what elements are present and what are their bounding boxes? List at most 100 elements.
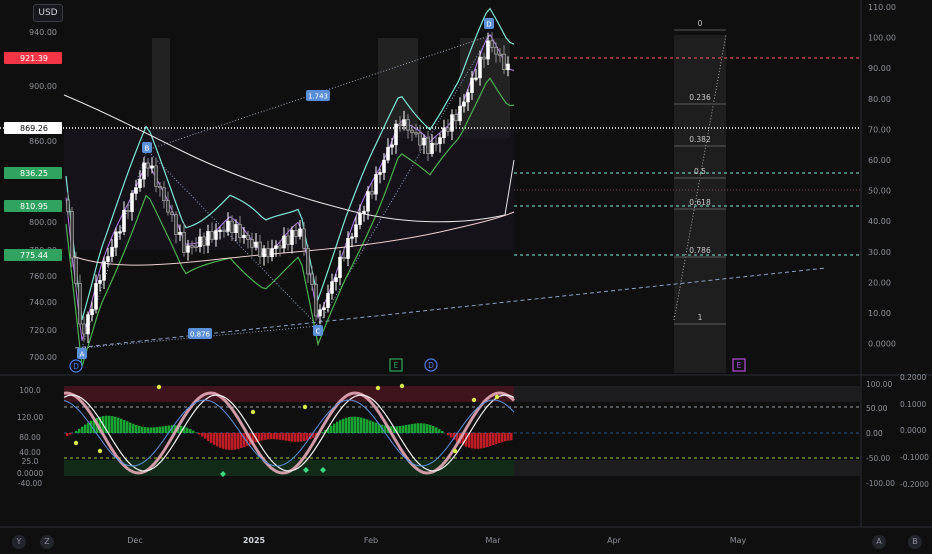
candle-body[interactable] (351, 237, 354, 239)
candle-body[interactable] (143, 163, 146, 179)
candle-body[interactable] (363, 211, 366, 213)
corner-button-right-b[interactable]: B (908, 535, 922, 549)
candle-body[interactable] (223, 230, 226, 232)
candle-body[interactable] (355, 225, 358, 237)
candle-body[interactable] (211, 231, 214, 239)
candle-body[interactable] (91, 309, 94, 314)
candle-body[interactable] (111, 247, 114, 256)
candle-body[interactable] (311, 274, 314, 284)
candle-body[interactable] (159, 186, 162, 188)
candle-body[interactable] (427, 138, 430, 154)
candle-body[interactable] (87, 315, 90, 334)
candle-body[interactable] (83, 324, 86, 334)
candle-body[interactable] (247, 235, 250, 239)
candle-body[interactable] (359, 213, 362, 224)
candle-body[interactable] (379, 173, 382, 175)
candle-body[interactable] (71, 212, 74, 259)
candle-body[interactable] (275, 246, 278, 249)
candle-body[interactable] (367, 192, 370, 212)
candle-body[interactable] (219, 230, 222, 232)
candle-body[interactable] (191, 246, 194, 248)
candle-body[interactable] (335, 278, 338, 282)
candle-body[interactable] (239, 224, 242, 237)
candle-body[interactable] (407, 120, 410, 131)
candle-body[interactable] (331, 282, 334, 294)
candle-body[interactable] (235, 224, 238, 232)
candle-body[interactable] (503, 54, 506, 70)
candle-body[interactable] (387, 147, 390, 160)
candle-body[interactable] (107, 257, 110, 262)
candle-body[interactable] (255, 242, 258, 247)
candle-body[interactable] (347, 238, 350, 258)
candle-body[interactable] (463, 102, 466, 106)
event-markers[interactable]: EDED (70, 359, 745, 372)
candle-body[interactable] (507, 64, 510, 70)
candle-body[interactable] (399, 124, 402, 126)
candle-body[interactable] (303, 229, 306, 248)
candle-body[interactable] (279, 246, 282, 248)
candle-body[interactable] (467, 93, 470, 102)
candle-body[interactable] (139, 179, 142, 188)
candle-body[interactable] (287, 236, 290, 245)
candle-body[interactable] (403, 120, 406, 126)
candle-body[interactable] (283, 236, 286, 248)
candle-body[interactable] (291, 230, 294, 244)
candle-body[interactable] (103, 262, 106, 281)
candle-body[interactable] (271, 249, 274, 257)
corner-button-left-b[interactable]: Z (40, 535, 54, 549)
candle-body[interactable] (203, 237, 206, 245)
candle-body[interactable] (131, 193, 134, 211)
candle-body[interactable] (79, 284, 82, 324)
candle-body[interactable] (115, 232, 118, 247)
candle-body[interactable] (207, 231, 210, 245)
candle-body[interactable] (227, 221, 230, 231)
candle-body[interactable] (95, 283, 98, 309)
candle-body[interactable] (423, 138, 426, 145)
candle-body[interactable] (391, 145, 394, 147)
candle-body[interactable] (383, 160, 386, 172)
candle-body[interactable] (267, 249, 270, 257)
candle-body[interactable] (487, 41, 490, 59)
candle-body[interactable] (259, 242, 262, 257)
candle-body[interactable] (443, 128, 446, 138)
chart-canvas[interactable]: 00.2360.3820.50.6180.7861 ABCD1.7430.876… (0, 0, 932, 550)
candle-body[interactable] (395, 124, 398, 145)
candle-body[interactable] (171, 212, 174, 215)
candle-body[interactable] (327, 293, 330, 307)
candle-body[interactable] (499, 54, 502, 56)
candle-body[interactable] (175, 215, 178, 235)
candle-body[interactable] (155, 166, 158, 186)
currency-button[interactable]: USD (33, 4, 63, 22)
candle-body[interactable] (195, 246, 198, 248)
corner-button-right-a[interactable]: A (872, 535, 886, 549)
candle-body[interactable] (183, 232, 186, 252)
candle-body[interactable] (371, 192, 374, 195)
candle-body[interactable] (67, 200, 70, 212)
candle-body[interactable] (147, 163, 150, 168)
candle-body[interactable] (307, 248, 310, 274)
candle-body[interactable] (243, 235, 246, 238)
candle-body[interactable] (99, 280, 102, 283)
candle-body[interactable] (411, 130, 414, 132)
candle-body[interactable] (299, 229, 302, 236)
candle-body[interactable] (199, 237, 202, 247)
candle-body[interactable] (295, 230, 298, 236)
candle-body[interactable] (447, 128, 450, 131)
candle-body[interactable] (151, 166, 154, 168)
candle-body[interactable] (135, 188, 138, 194)
candle-body[interactable] (167, 201, 170, 213)
candle-body[interactable] (495, 47, 498, 54)
candle-body[interactable] (431, 143, 434, 153)
candle-body[interactable] (179, 232, 182, 234)
candle-body[interactable] (451, 115, 454, 132)
candle-body[interactable] (187, 246, 190, 253)
candle-body[interactable] (127, 210, 130, 212)
candle-body[interactable] (475, 78, 478, 80)
candle-body[interactable] (119, 232, 122, 234)
corner-button-left-a[interactable]: Y (12, 535, 26, 549)
candle-body[interactable] (231, 221, 234, 233)
candle-body[interactable] (163, 188, 166, 201)
candle-body[interactable] (375, 174, 378, 194)
candle-body[interactable] (319, 310, 322, 316)
candle-body[interactable] (491, 41, 494, 48)
